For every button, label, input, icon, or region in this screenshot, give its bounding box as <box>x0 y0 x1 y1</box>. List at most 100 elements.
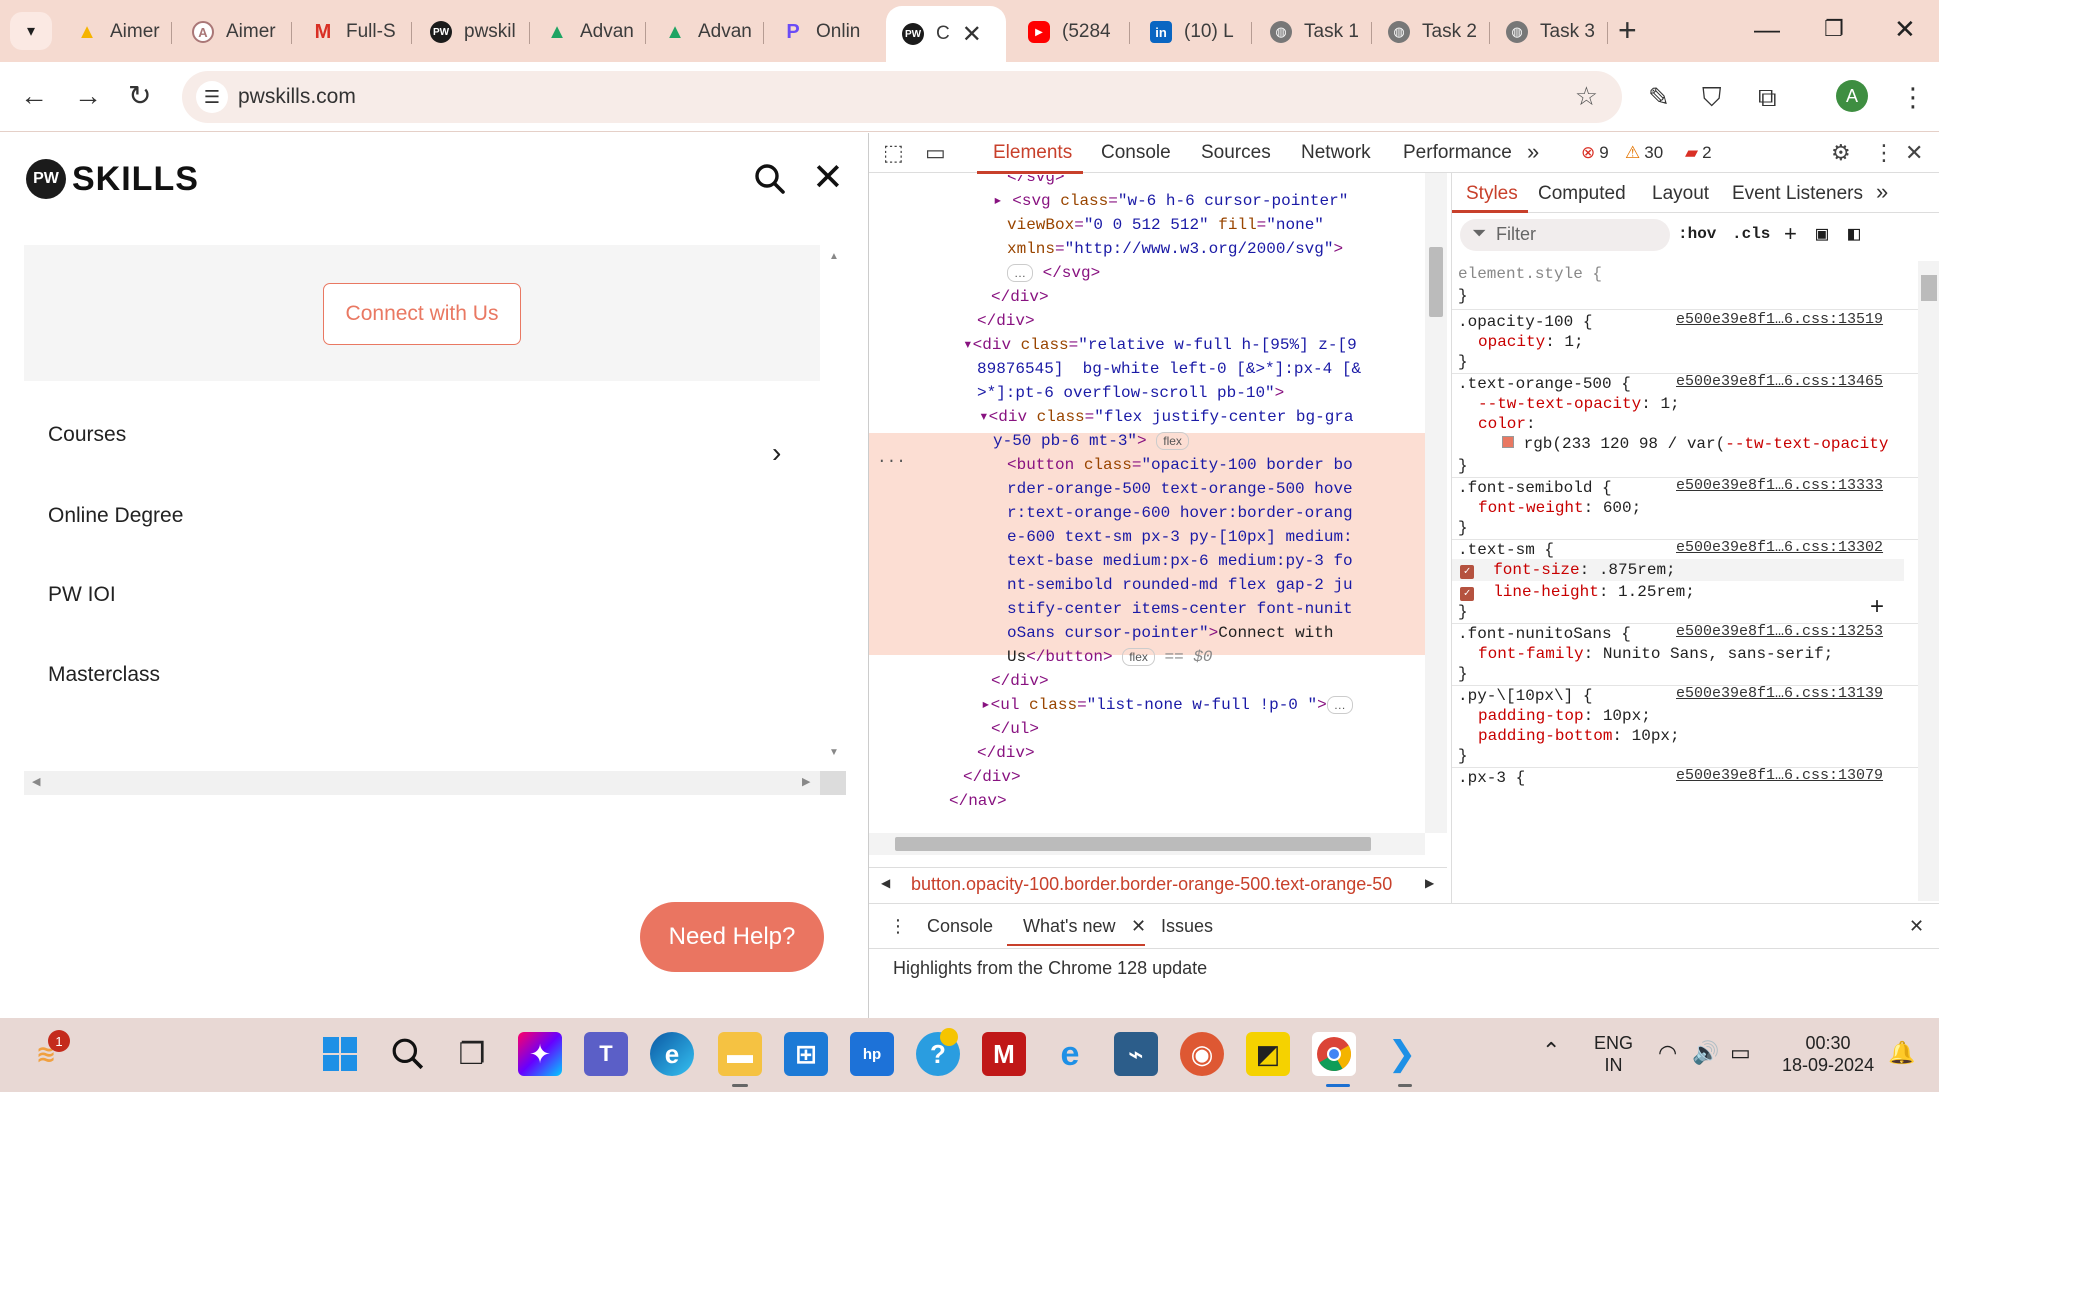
elements-horizontal-scrollbar[interactable] <box>869 833 1425 855</box>
more-tabs-icon[interactable]: » <box>1527 139 1539 165</box>
close-drawer-icon[interactable]: ✕ <box>1909 916 1924 937</box>
menu-item-pw-ioi[interactable]: PW IOI <box>48 583 116 607</box>
tab-network[interactable]: Network <box>1301 142 1371 164</box>
edge-icon[interactable]: e <box>650 1032 694 1076</box>
cls-toggle[interactable]: .cls <box>1732 225 1770 243</box>
myhp-icon[interactable]: hp <box>850 1032 894 1076</box>
tab-online[interactable]: P Onlin <box>766 10 882 54</box>
inspect-element-icon[interactable]: ⬚ <box>883 140 904 166</box>
microsoft-store-icon[interactable]: ⊞ <box>784 1032 828 1076</box>
extensions-icon[interactable]: ⧉ <box>1758 82 1777 114</box>
tab-task-1[interactable]: ◍ Task 1 <box>1254 10 1372 54</box>
styles-scrollbar[interactable] <box>1918 261 1939 901</box>
tab-aimer-2[interactable]: A Aimer <box>176 10 292 54</box>
elements-vertical-scrollbar[interactable] <box>1425 173 1447 833</box>
paint-icon[interactable]: ▣ <box>1816 221 1828 247</box>
warning-count-badge[interactable]: ⚠ 30 <box>1625 143 1663 163</box>
language-indicator[interactable]: ENG IN <box>1594 1032 1633 1076</box>
breadcrumb-selected[interactable]: button.opacity-100.border.border-orange-… <box>911 874 1392 895</box>
menu-vertical-scrollbar[interactable]: ▲ ▼ <box>820 245 846 771</box>
drawer-menu-icon[interactable]: ⋮ <box>889 916 907 937</box>
tab-pwskills[interactable]: PW pwskil <box>414 10 530 54</box>
tab-advanced-1[interactable]: ▲ Advan <box>530 10 646 54</box>
tab-layout[interactable]: Layout <box>1652 183 1709 205</box>
profile-avatar[interactable]: A <box>1836 80 1868 112</box>
sidebar-toggle-icon[interactable]: ◧ <box>1848 221 1860 247</box>
minimize-icon[interactable]: — <box>1754 14 1780 44</box>
menu-horizontal-scrollbar[interactable]: ◀ ▶ <box>24 771 846 795</box>
menu-item-courses[interactable]: Courses <box>48 423 126 447</box>
search-icon[interactable] <box>386 1032 430 1076</box>
drawer-tab-console[interactable]: Console <box>927 916 993 937</box>
back-icon[interactable]: ← <box>20 80 48 112</box>
styles-filter-input[interactable]: ⏷ Filter <box>1460 219 1670 251</box>
clock[interactable]: 00:30 18-09-2024 <box>1782 1032 1874 1076</box>
tab-task-2[interactable]: ◍ Task 2 <box>1372 10 1490 54</box>
breadcrumb[interactable]: ◀ button.opacity-100.border.border-orang… <box>869 867 1447 903</box>
tab-aimer-1[interactable]: ▲ Aimer <box>60 10 172 54</box>
tab-linkedin[interactable]: in (10) L <box>1134 10 1252 54</box>
tab-youtube[interactable]: ▶ (5284 <box>1012 10 1130 54</box>
connect-with-us-button[interactable]: Connect with Us <box>323 283 521 345</box>
address-bar[interactable]: ☰ pwskills.com ☆ <box>182 71 1622 123</box>
copilot-icon[interactable]: ✦ <box>518 1032 562 1076</box>
windows-start-icon[interactable] <box>318 1032 362 1076</box>
bookmark-star-icon[interactable]: ☆ <box>1575 81 1598 112</box>
menu-item-online-degree[interactable]: Online Degree <box>48 504 183 528</box>
volume-icon[interactable]: 🔊 <box>1692 1042 1719 1064</box>
shield-icon[interactable]: ⛉ <box>1702 82 1722 114</box>
battery-icon[interactable]: ▭ <box>1730 1042 1751 1064</box>
hov-toggle[interactable]: :hov <box>1678 225 1716 243</box>
close-whats-new-icon[interactable]: ✕ <box>1131 916 1146 937</box>
new-tab-icon[interactable]: + <box>1618 14 1637 46</box>
tab-elements[interactable]: Elements <box>993 142 1072 164</box>
tab-console[interactable]: Console <box>1101 142 1171 164</box>
tab-search-button[interactable]: ▾ <box>10 12 52 50</box>
chrome-icon[interactable] <box>1312 1032 1356 1076</box>
mcafee-icon[interactable]: M <box>982 1032 1026 1076</box>
add-property-icon[interactable]: + <box>1870 593 1884 621</box>
sticky-notes-icon[interactable]: ◩ <box>1246 1032 1290 1076</box>
drawer-tab-whats-new[interactable]: What's new <box>1023 916 1115 937</box>
close-window-icon[interactable]: ✕ <box>1894 14 1916 44</box>
drawer-tab-issues[interactable]: Issues <box>1161 916 1213 937</box>
site-info-icon[interactable]: ☰ <box>196 81 228 113</box>
tab-sources[interactable]: Sources <box>1201 142 1271 164</box>
close-devtools-icon[interactable]: ✕ <box>1905 140 1923 166</box>
more-panes-icon[interactable]: » <box>1876 179 1888 205</box>
tab-performance[interactable]: Performance <box>1403 142 1512 164</box>
close-menu-icon[interactable]: ✕ <box>812 159 844 197</box>
forward-icon[interactable]: → <box>74 80 102 112</box>
reload-icon[interactable]: ↻ <box>128 80 151 112</box>
tab-advanced-2[interactable]: ▲ Advan <box>648 10 764 54</box>
elements-tree[interactable]: </svg> ▸ <svg class="w-6 h-6 cursor-poin… <box>869 175 1425 867</box>
need-help-button[interactable]: Need Help? <box>640 902 824 972</box>
more-menu-icon[interactable]: ⋮ <box>1900 82 1926 113</box>
mysql-workbench-icon[interactable]: ⌁ <box>1114 1032 1158 1076</box>
chevron-right-icon[interactable]: › <box>772 437 781 469</box>
tab-active-pwskills[interactable]: PW C ✕ <box>886 6 1006 62</box>
teams-icon[interactable]: T <box>584 1032 628 1076</box>
device-toolbar-icon[interactable]: ▭ <box>925 140 946 166</box>
devtools-more-icon[interactable]: ⋮ <box>1873 140 1895 166</box>
tab-task-3[interactable]: ◍ Task 3 <box>1490 10 1608 54</box>
eyedropper-icon[interactable]: ✎ <box>1648 82 1670 113</box>
file-explorer-icon[interactable]: ▬ <box>718 1032 762 1076</box>
tab-full-stack[interactable]: M Full-S <box>296 10 412 54</box>
tab-computed[interactable]: Computed <box>1538 183 1626 205</box>
pw-skills-logo[interactable]: PW SKILLS <box>26 159 199 199</box>
search-icon[interactable] <box>754 163 786 203</box>
wifi-icon[interactable]: ◠ <box>1658 1042 1677 1064</box>
task-view-icon[interactable]: ❐ <box>450 1032 494 1076</box>
error-count-badge[interactable]: ⊗ 9 <box>1581 143 1609 163</box>
duckduckgo-icon[interactable]: ◉ <box>1180 1032 1224 1076</box>
close-tab-icon[interactable]: ✕ <box>962 20 982 49</box>
tab-event-listeners[interactable]: Event Listeners <box>1732 183 1863 205</box>
new-rule-icon[interactable]: + <box>1784 221 1797 247</box>
internet-explorer-icon[interactable]: e <box>1048 1032 1092 1076</box>
show-hidden-icons-chevron[interactable]: ⌃ <box>1542 1040 1560 1062</box>
issue-count-badge[interactable]: ▰ 2 <box>1685 143 1712 163</box>
vscode-icon[interactable]: ❯ <box>1380 1032 1424 1076</box>
restore-icon[interactable]: ❐ <box>1824 14 1844 44</box>
url-text[interactable]: pwskills.com <box>238 85 356 109</box>
